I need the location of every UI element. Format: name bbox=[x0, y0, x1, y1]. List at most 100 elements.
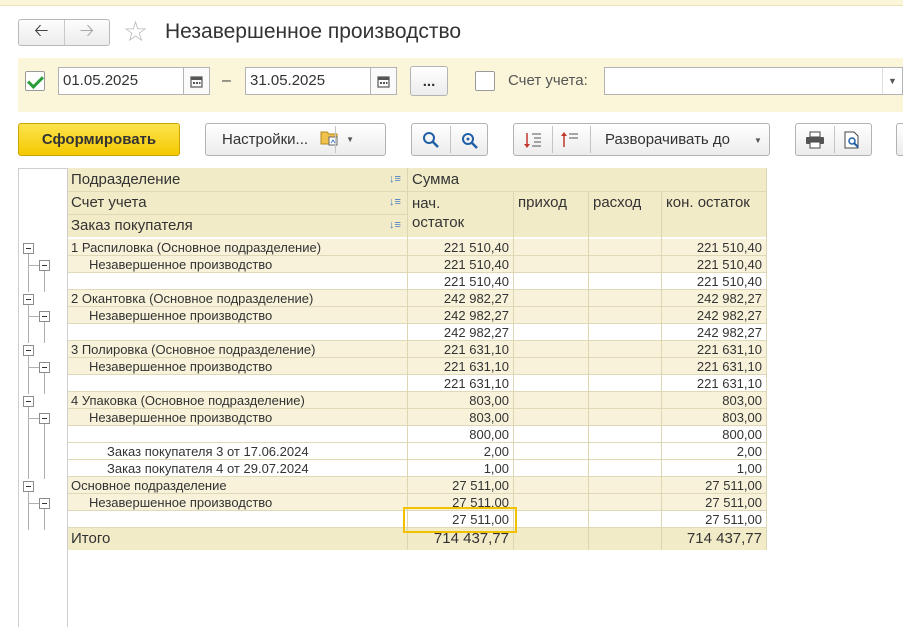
start-balance-cell[interactable]: 242 982,27 bbox=[407, 290, 513, 307]
income-cell[interactable] bbox=[513, 426, 588, 443]
start-balance-cell[interactable]: 803,00 bbox=[407, 392, 513, 409]
expense-cell[interactable] bbox=[588, 273, 661, 290]
report-row-label[interactable]: Заказ покупателя 4 от 29.07.2024 bbox=[67, 460, 407, 477]
date-from-field[interactable]: 01.05.2025 bbox=[58, 67, 184, 95]
report-row-label[interactable]: Незавершенное производство bbox=[67, 307, 407, 324]
end-balance-cell[interactable]: 242 982,27 bbox=[661, 290, 766, 307]
start-balance-cell[interactable]: 221 631,10 bbox=[407, 341, 513, 358]
income-cell[interactable] bbox=[513, 477, 588, 494]
favorite-star-icon[interactable]: ☆ bbox=[123, 17, 148, 47]
end-balance-cell[interactable]: 27 511,00 bbox=[661, 494, 766, 511]
end-balance-cell[interactable]: 803,00 bbox=[661, 392, 766, 409]
account-select[interactable]: ▼ bbox=[604, 67, 903, 95]
account-checkbox[interactable] bbox=[475, 71, 495, 91]
expense-cell[interactable] bbox=[588, 392, 661, 409]
chevron-down-icon[interactable]: ▼ bbox=[346, 135, 354, 144]
sort-icon[interactable]: ↓≡ bbox=[389, 196, 401, 208]
date-from-calendar-button[interactable] bbox=[184, 67, 210, 95]
report-row-label[interactable] bbox=[67, 324, 407, 341]
start-balance-cell[interactable]: 27 511,00 bbox=[407, 477, 513, 494]
income-cell[interactable] bbox=[513, 460, 588, 477]
expense-cell[interactable] bbox=[588, 324, 661, 341]
report-row-label[interactable]: Незавершенное производство bbox=[67, 358, 407, 375]
report-row-label[interactable]: 2 Окантовка (Основное подразделение) bbox=[67, 290, 407, 307]
start-balance-cell[interactable]: 221 510,40 bbox=[407, 256, 513, 273]
start-balance-cell[interactable]: 803,00 bbox=[407, 409, 513, 426]
expense-cell[interactable] bbox=[588, 477, 661, 494]
income-cell[interactable] bbox=[513, 290, 588, 307]
search-icon[interactable] bbox=[422, 131, 440, 153]
start-balance-cell[interactable]: 2,00 bbox=[407, 443, 513, 460]
sort-icon[interactable]: ↓≡ bbox=[389, 219, 401, 231]
expense-cell[interactable] bbox=[588, 443, 661, 460]
start-balance-cell[interactable]: 800,00 bbox=[407, 426, 513, 443]
income-cell[interactable] bbox=[513, 494, 588, 511]
period-select-button[interactable]: ... bbox=[410, 66, 448, 96]
expense-cell[interactable] bbox=[588, 494, 661, 511]
report-row-label[interactable]: Заказ покупателя 3 от 17.06.2024 bbox=[67, 443, 407, 460]
end-balance-cell[interactable]: 221 510,40 bbox=[661, 239, 766, 256]
collapse-group-icon[interactable] bbox=[39, 311, 50, 322]
expense-cell[interactable] bbox=[588, 511, 661, 528]
start-balance-cell[interactable]: 242 982,27 bbox=[407, 324, 513, 341]
collapse-group-icon[interactable] bbox=[23, 481, 34, 492]
settings-button[interactable]: Настройки... ▼ bbox=[205, 123, 386, 156]
collapse-group-icon[interactable] bbox=[23, 396, 34, 407]
report-row-label[interactable]: Основное подразделение bbox=[67, 477, 407, 494]
income-cell[interactable] bbox=[513, 273, 588, 290]
more-button[interactable] bbox=[896, 123, 903, 156]
expense-cell[interactable] bbox=[588, 341, 661, 358]
total-end-balance[interactable]: 714 437,77 bbox=[661, 528, 766, 550]
report-row-label[interactable]: Незавершенное производство bbox=[67, 409, 407, 426]
end-balance-cell[interactable]: 242 982,27 bbox=[661, 324, 766, 341]
start-balance-cell[interactable]: 242 982,27 bbox=[407, 307, 513, 324]
report-row-label[interactable]: Незавершенное производство bbox=[67, 494, 407, 511]
expand-to-label[interactable]: Разворачивать до bbox=[605, 131, 730, 148]
end-balance-cell[interactable]: 221 510,40 bbox=[661, 256, 766, 273]
expense-cell[interactable] bbox=[588, 358, 661, 375]
report-row-label[interactable]: 4 Упаковка (Основное подразделение) bbox=[67, 392, 407, 409]
back-button[interactable]: 🡠 bbox=[19, 20, 64, 45]
end-balance-cell[interactable]: 242 982,27 bbox=[661, 307, 766, 324]
report-row-label[interactable] bbox=[67, 511, 407, 528]
report-row-label[interactable]: Незавершенное производство bbox=[67, 256, 407, 273]
collapse-group-icon[interactable] bbox=[23, 294, 34, 305]
income-cell[interactable] bbox=[513, 409, 588, 426]
income-cell[interactable] bbox=[513, 443, 588, 460]
search-settings-icon[interactable] bbox=[459, 131, 479, 153]
collapse-group-icon[interactable] bbox=[23, 345, 34, 356]
print-preview-icon[interactable] bbox=[843, 131, 863, 153]
end-balance-cell[interactable]: 221 631,10 bbox=[661, 358, 766, 375]
expense-cell[interactable] bbox=[588, 239, 661, 256]
report-row-label[interactable]: 1 Распиловка (Основное подразделение) bbox=[67, 239, 407, 256]
end-balance-cell[interactable]: 27 511,00 bbox=[661, 477, 766, 494]
collapse-group-icon[interactable] bbox=[39, 498, 50, 509]
total-turnover-cell[interactable] bbox=[513, 528, 661, 550]
expense-cell[interactable] bbox=[588, 290, 661, 307]
expense-cell[interactable] bbox=[588, 375, 661, 392]
income-cell[interactable] bbox=[513, 511, 588, 528]
period-checkbox[interactable] bbox=[25, 71, 45, 91]
collapse-group-icon[interactable] bbox=[39, 362, 50, 373]
start-balance-cell[interactable]: 221 631,10 bbox=[407, 358, 513, 375]
end-balance-cell[interactable]: 27 511,00 bbox=[661, 511, 766, 528]
report-row-label[interactable] bbox=[67, 426, 407, 443]
start-balance-cell[interactable]: 1,00 bbox=[407, 460, 513, 477]
report-row-label[interactable]: 3 Полировка (Основное подразделение) bbox=[67, 341, 407, 358]
income-cell[interactable] bbox=[513, 324, 588, 341]
end-balance-cell[interactable]: 803,00 bbox=[661, 409, 766, 426]
expense-cell[interactable] bbox=[588, 307, 661, 324]
report-row-label[interactable] bbox=[67, 375, 407, 392]
collapse-group-icon[interactable] bbox=[39, 413, 50, 424]
income-cell[interactable] bbox=[513, 256, 588, 273]
collapse-group-icon[interactable] bbox=[39, 260, 50, 271]
end-balance-cell[interactable]: 800,00 bbox=[661, 426, 766, 443]
expense-cell[interactable] bbox=[588, 409, 661, 426]
generate-button[interactable]: Сформировать bbox=[18, 123, 180, 156]
forward-button[interactable]: 🡢 bbox=[63, 20, 110, 45]
start-balance-cell[interactable]: 221 631,10 bbox=[407, 375, 513, 392]
chevron-down-icon[interactable]: ▼ bbox=[754, 136, 762, 145]
income-cell[interactable] bbox=[513, 358, 588, 375]
income-cell[interactable] bbox=[513, 341, 588, 358]
variant-folder-icon[interactable] bbox=[320, 129, 340, 151]
